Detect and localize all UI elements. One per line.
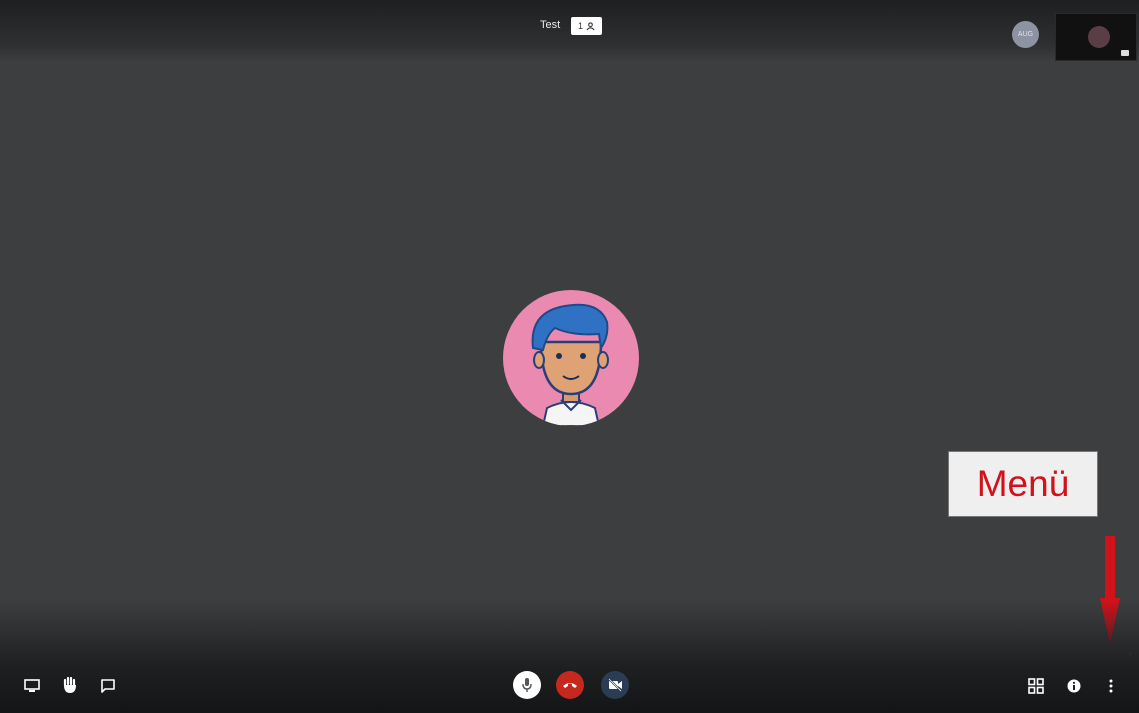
menu-annotation-text: Menü: [976, 463, 1070, 504]
top-bar: Test 1 AUG: [0, 0, 1139, 62]
camera-off-icon: [608, 678, 622, 692]
microphone-icon: [522, 678, 532, 692]
microphone-button[interactable]: [513, 671, 541, 699]
tile-view-icon: [1028, 678, 1044, 694]
participants-icon: [586, 21, 595, 30]
participant-avatar[interactable]: AUG: [1012, 21, 1039, 48]
participant-initials: AUG: [1017, 31, 1034, 38]
participant-count-badge[interactable]: 1: [571, 17, 602, 35]
bottom-toolbar: [0, 600, 1139, 713]
screen-share-button[interactable]: [22, 676, 42, 696]
camera-toggle-button[interactable]: [601, 671, 629, 699]
hangup-icon: [563, 683, 577, 688]
raise-hand-button[interactable]: [60, 675, 80, 695]
local-video-thumbnail[interactable]: [1055, 13, 1137, 61]
hangup-button[interactable]: [556, 671, 584, 699]
more-options-icon: [1109, 679, 1113, 693]
camera-indicator-icon: [1121, 50, 1129, 56]
screen-share-icon: [24, 679, 40, 692]
more-options-button[interactable]: [1101, 676, 1121, 696]
speaker-avatar: [503, 290, 639, 426]
raise-hand-icon: [63, 676, 76, 693]
tile-view-button[interactable]: [1026, 676, 1046, 696]
info-button[interactable]: [1064, 676, 1084, 696]
chat-icon: [101, 678, 115, 693]
chat-button[interactable]: [98, 676, 118, 696]
local-video-avatar: [1088, 26, 1110, 48]
meeting-title: Test: [540, 19, 561, 31]
info-icon: [1067, 679, 1081, 693]
person-illustration-icon: [531, 303, 609, 426]
participant-count: 1: [577, 21, 583, 31]
menu-annotation-label: Menü: [948, 451, 1098, 517]
